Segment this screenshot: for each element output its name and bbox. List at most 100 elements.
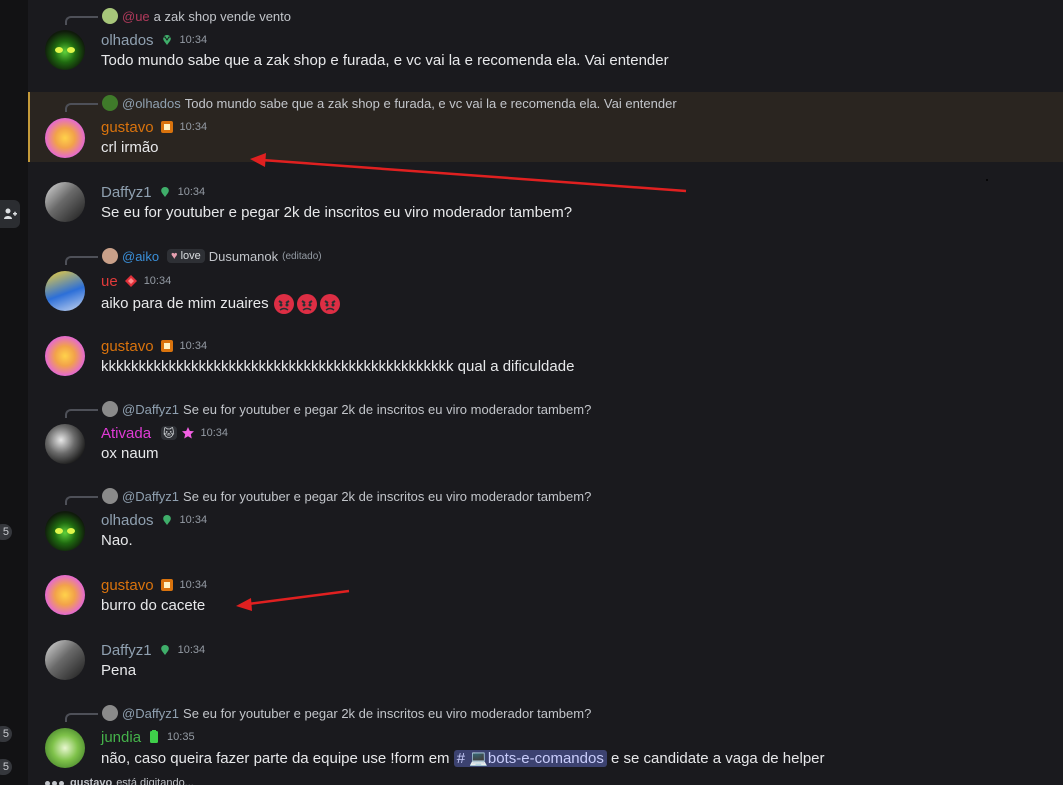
- ruby-badge-icon: [124, 275, 137, 287]
- typing-text: está digitando...: [116, 777, 194, 785]
- message-text: Todo mundo sabe que a zak shop e furada,…: [101, 52, 669, 69]
- username[interactable]: Daffyz1: [101, 642, 152, 659]
- reply-preview[interactable]: @olhados Todo mundo sabe que a zak shop …: [65, 95, 677, 112]
- timestamp: 10:35: [167, 731, 195, 743]
- reply-text: Se eu for youtuber e pegar 2k de inscrit…: [183, 488, 592, 504]
- message-text: e se candidate a vaga de helper: [611, 750, 825, 767]
- reply-mention[interactable]: @olhados: [122, 96, 181, 111]
- reply-text: Dusumanok: [208, 248, 279, 264]
- message-list: @ue a zak shop vende vento olhados 10:34…: [28, 0, 1063, 785]
- timestamp: 10:34: [177, 186, 206, 198]
- add-server-button[interactable]: [0, 200, 20, 228]
- role-tag: ♥ love: [167, 249, 205, 263]
- message-text: Se eu for youtuber e pegar 2k de inscrit…: [101, 204, 573, 221]
- username[interactable]: gustavo: [101, 577, 154, 594]
- username[interactable]: olhados: [101, 512, 154, 529]
- timestamp: 10:34: [177, 644, 206, 656]
- username[interactable]: Ativada: [101, 425, 151, 442]
- reply-avatar: [102, 248, 118, 264]
- avatar[interactable]: [45, 424, 85, 464]
- angry-face-emoji: [273, 294, 340, 314]
- leaf-badge-icon: [160, 645, 169, 655]
- reply-avatar: [102, 401, 118, 417]
- message: @Daffyz1 Se eu for youtuber e pegar 2k d…: [28, 700, 1063, 785]
- message: @Daffyz1 Se eu for youtuber e pegar 2k d…: [28, 396, 1063, 476]
- timestamp: 10:34: [179, 579, 208, 591]
- cat-face-icon: [55, 528, 75, 534]
- timestamp: 10:34: [179, 340, 208, 352]
- reply-avatar: [102, 488, 118, 504]
- username[interactable]: gustavo: [101, 338, 154, 355]
- cat-face-icon: [55, 47, 75, 53]
- reply-mention[interactable]: @Daffyz1: [122, 489, 179, 504]
- reply-preview[interactable]: @Daffyz1 Se eu for youtuber e pegar 2k d…: [65, 401, 591, 418]
- channel-mention[interactable]: # 💻bots-e-comandos: [453, 750, 607, 767]
- reply-preview[interactable]: @aiko ♥ love Dusumanok (editado): [65, 248, 322, 265]
- star-badge-icon: [181, 427, 194, 439]
- message-text: não, caso queira fazer parte da equipe u…: [101, 750, 450, 767]
- badge-icon: [160, 121, 173, 133]
- typing-dots-icon: [45, 780, 64, 785]
- message: gustavo 10:34 burro do cacete: [28, 567, 1063, 627]
- typing-indicator: gustavo está digitando...: [45, 777, 194, 785]
- message-text: Pena: [101, 662, 137, 679]
- message-text: kkkkkkkkkkkkkkkkkkkkkkkkkkkkkkkkkkkkkkkk…: [101, 358, 575, 375]
- leaf-badge-icon: [160, 187, 169, 197]
- username[interactable]: gustavo: [101, 119, 154, 136]
- unread-badge[interactable]: 5: [0, 759, 12, 775]
- reply-mention[interactable]: @Daffyz1: [122, 706, 179, 721]
- discord-window: 5 5 5 @ue a zak shop vende vento olhados…: [0, 0, 1063, 785]
- message-highlighted: @olhados Todo mundo sabe que a zak shop …: [28, 92, 1063, 162]
- message: @ue a zak shop vende vento olhados 10:34…: [28, 0, 1063, 84]
- badge-icon: [160, 340, 173, 352]
- avatar[interactable]: [45, 511, 85, 551]
- username[interactable]: jundia: [101, 729, 141, 746]
- heart-icon: ♥: [171, 250, 178, 262]
- message: gustavo 10:34 kkkkkkkkkkkkkkkkkkkkkkkkkk…: [28, 328, 1063, 388]
- message-text: burro do cacete: [101, 597, 206, 614]
- add-server-icon: [4, 208, 17, 219]
- left-sidebar: 5 5 5: [0, 0, 28, 785]
- reply-mention[interactable]: @ue: [122, 9, 150, 24]
- hash-icon: #: [456, 750, 466, 767]
- username[interactable]: ue: [101, 273, 118, 290]
- username[interactable]: Daffyz1: [101, 184, 152, 201]
- cat-tag-icon: 🐱: [161, 426, 177, 440]
- message: @Daffyz1 Se eu for youtuber e pegar 2k d…: [28, 483, 1063, 563]
- timestamp: 10:34: [179, 34, 208, 46]
- timestamp: 10:34: [143, 275, 172, 287]
- reply-mention[interactable]: @Daffyz1: [122, 402, 179, 417]
- message: Daffyz1 10:34 Se eu for youtuber e pegar…: [28, 172, 1063, 232]
- username[interactable]: olhados: [101, 32, 154, 49]
- avatar[interactable]: [45, 728, 85, 768]
- message: Daffyz1 10:34 Pena: [28, 632, 1063, 692]
- unread-badge[interactable]: 5: [0, 524, 12, 540]
- edited-label: (editado): [282, 250, 322, 262]
- laptop-emoji: 💻: [469, 750, 488, 767]
- leaf-badge-icon: [161, 35, 172, 45]
- reply-avatar: [102, 95, 118, 111]
- message-text: aiko para de mim zuaires: [101, 294, 269, 312]
- reply-mention[interactable]: @aiko: [122, 249, 159, 264]
- message-text: crl irmão: [101, 139, 159, 156]
- message-text: Nao.: [101, 532, 133, 549]
- message: @aiko ♥ love Dusumanok (editado) ue 10:34…: [28, 240, 1063, 320]
- badge-icon: [160, 579, 173, 591]
- reply-preview[interactable]: @ue a zak shop vende vento: [65, 8, 291, 25]
- avatar[interactable]: [45, 640, 85, 680]
- avatar[interactable]: [45, 336, 85, 376]
- reply-text: Todo mundo sabe que a zak shop e furada,…: [184, 95, 677, 111]
- avatar[interactable]: [45, 575, 85, 615]
- reply-preview[interactable]: @Daffyz1 Se eu for youtuber e pegar 2k d…: [65, 705, 592, 722]
- avatar[interactable]: [45, 182, 85, 222]
- reply-preview[interactable]: @Daffyz1 Se eu for youtuber e pegar 2k d…: [65, 488, 592, 505]
- avatar[interactable]: [45, 30, 85, 70]
- reply-avatar: [102, 8, 118, 24]
- unread-badge[interactable]: 5: [0, 726, 12, 742]
- avatar[interactable]: [45, 271, 85, 311]
- avatar[interactable]: [45, 118, 85, 158]
- typing-user: gustavo: [70, 777, 113, 785]
- timestamp: 10:34: [179, 121, 208, 133]
- reply-text: Se eu for youtuber e pegar 2k de inscrit…: [183, 705, 592, 721]
- timestamp: 10:34: [179, 514, 208, 526]
